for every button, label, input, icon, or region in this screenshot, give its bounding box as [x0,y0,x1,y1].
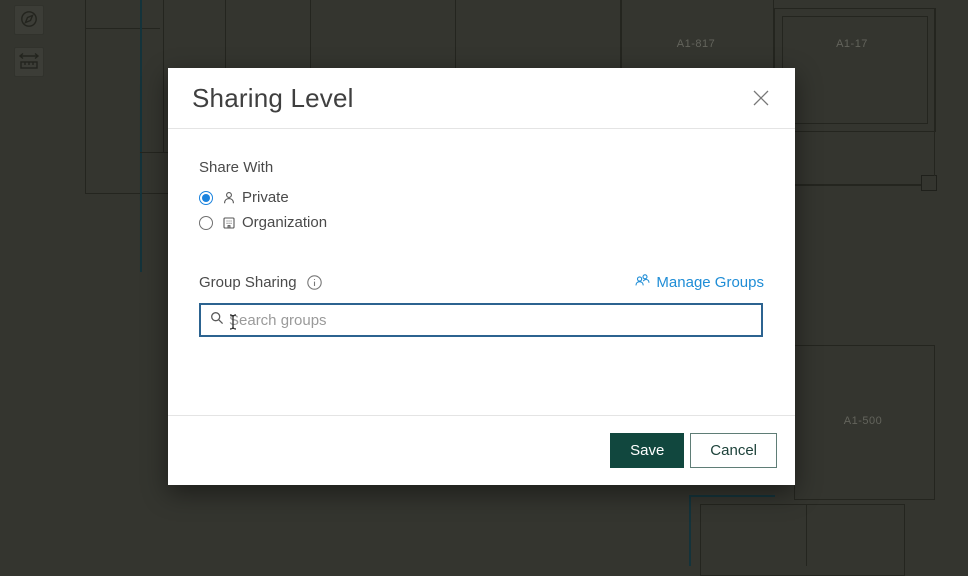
cancel-button[interactable]: Cancel [690,433,777,468]
close-icon [749,90,773,113]
compass-button[interactable] [14,5,44,35]
share-with-label: Share With [199,159,274,176]
info-icon [306,274,323,294]
radio-option-organization[interactable]: Organization [199,210,764,235]
floorplan-line [85,28,160,29]
floorplan-line [795,184,921,186]
dialog-header: Sharing Level [168,68,795,129]
room-label: A1-17 [836,38,868,50]
measure-button[interactable] [14,47,44,77]
radio-option-private[interactable]: Private [199,185,764,210]
group-sharing-label: Group Sharing [199,273,297,291]
dialog-footer: Save Cancel [168,415,795,485]
room-label: A1-500 [843,415,883,427]
floorplan-teal-outline [689,495,775,497]
floorplan-room [700,504,905,576]
group-icon [634,272,651,292]
manage-groups-link[interactable]: Manage Groups [634,272,764,292]
radio-unselected[interactable] [199,215,213,230]
save-button[interactable]: Save [610,433,685,468]
floorplan-line [140,152,168,153]
measure-icon [18,51,40,74]
compass-icon [19,9,39,32]
group-sharing-info-button[interactable] [306,274,323,291]
dialog-body: Share With Private Organization Group Sh… [168,129,795,415]
close-button[interactable] [745,82,777,114]
radio-selected[interactable] [199,190,213,205]
group-search-box[interactable] [199,303,763,337]
floorplan-teal-outline [689,495,691,566]
floorplan-line [934,8,935,176]
sharing-level-dialog: Sharing Level Share With Private Organiz… [168,68,795,485]
floorplan-room [782,16,928,124]
group-search-input[interactable] [225,311,753,329]
map-toolbar [14,5,44,77]
radio-label-private: Private [242,189,289,206]
floorplan-line [163,0,164,153]
floorplan-marker [921,175,937,191]
dialog-title: Sharing Level [192,82,354,113]
room-label: A1-817 [676,38,716,50]
floorplan-line [806,504,807,566]
search-icon [209,310,225,331]
manage-groups-label: Manage Groups [656,273,764,291]
organization-icon [221,215,237,231]
group-sharing-row: Group Sharing Manage Groups [199,271,764,293]
app-canvas: A1-817 A1-17 A1-500 Sharing Level Share … [0,0,968,576]
floorplan-teal-outline [140,0,142,272]
person-icon [221,190,237,206]
radio-label-organization: Organization [242,214,328,231]
